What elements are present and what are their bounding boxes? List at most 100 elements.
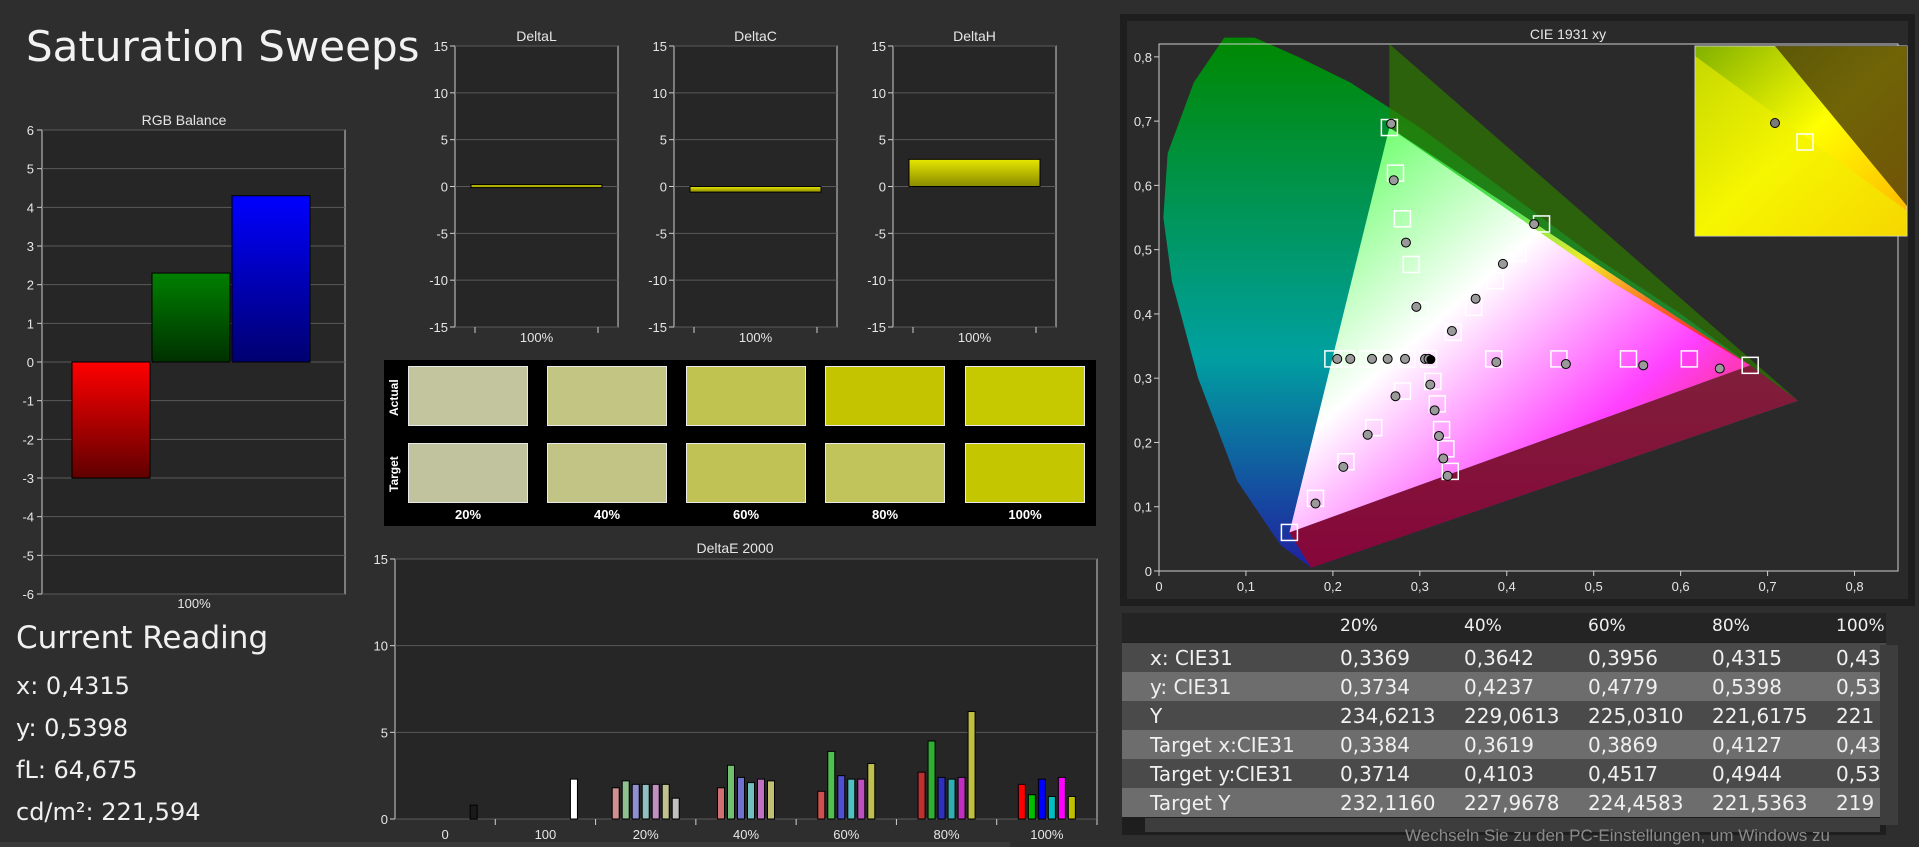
actual-marker [1310,498,1321,509]
table-cell: 221,5363 [1712,791,1808,815]
deltae-bar [867,763,876,820]
windows-activation-watermark: Wechseln Sie zu den PC-Einstellungen, um… [1405,826,1830,845]
actual-swatch [547,366,667,426]
actual-marker [1714,363,1725,374]
actual-marker [1425,379,1436,390]
actual-marker [1400,353,1411,364]
table-row-label: Target y:CIE31 [1150,762,1294,786]
actual-marker [1638,360,1649,371]
table-row-label: y: CIE31 [1150,675,1232,699]
table-cell: 0,53 [1836,675,1881,699]
target-swatch [408,443,528,503]
target-swatch [686,443,806,503]
cie-ytick-label: 0 [1145,564,1152,579]
table-cell: 0,3619 [1464,733,1534,757]
table-row[interactable]: Y 234,6213 229,0613 225,0310 221,6175 221 [1122,701,1886,730]
delta-ytick-label: 10 [872,86,886,101]
table-cell: 0,43 [1836,646,1881,670]
delta-ytick-label: -15 [429,320,448,335]
actual-marker [1491,357,1502,368]
rgb-bar-green [151,272,231,363]
delta-bar [908,158,1041,188]
deltae-bar [621,780,630,820]
delta-bar [689,186,822,193]
table-cell: 224,4583 [1588,791,1684,815]
rgb-ytick-label: -5 [22,548,34,563]
table-cell: 219 [1836,791,1875,815]
delta-ytick-label: 0 [660,180,667,195]
actual-marker [1411,301,1422,312]
cie-xtick-label: 0,5 [1585,579,1603,594]
table-cell: 0,4779 [1588,675,1658,699]
deltae-bar [671,797,680,820]
table-row[interactable]: Target x:CIE31 0,3384 0,3619 0,3869 0,4127 0,… [1122,730,1886,759]
deltae-plot-area [394,558,1098,820]
deltae-bar [857,778,866,820]
rgb-ytick-label: 4 [27,200,34,215]
table-cell: 221 [1836,704,1875,728]
rgb-ytick-label: -4 [22,510,34,525]
cie-xtick-label: 0,6 [1672,579,1690,594]
table-cell: 0,4127 [1712,733,1782,757]
deltae-bar [469,804,478,820]
deltae-bar [757,778,765,820]
actual-row-label: Actual [387,379,401,416]
deltae-xlabel: 40% [733,827,759,842]
deltae-bar [837,775,846,820]
actual-marker [1345,353,1356,364]
table-row[interactable]: Target Y 232,1160 227,9678 224,4583 221,5363… [1122,788,1886,817]
target-swatch [547,443,667,503]
deltae-bar [717,787,725,820]
reading-y: y: 0,5398 [16,714,129,742]
rgb-ytick-label: 1 [27,316,34,331]
actual-marker [1332,353,1343,364]
delta-ytick-label: 0 [441,180,448,195]
table-cell: 0,4315 [1712,646,1782,670]
table-cell: 0,43 [1836,733,1881,757]
table-header: 20% [1340,616,1378,636]
swatch-label: 80% [871,507,899,522]
deltae-bar [827,750,836,820]
table-row[interactable]: y: CIE31 0,3734 0,4237 0,4779 0,5398 0,53 [1122,672,1886,701]
deltae-bar [1067,795,1076,820]
cie-1931-chart: CIE 1931 xy 0 0,1 0,2 0,3 0,4 0,5 0,6 0,7 0,8 0,8… [1120,14,1915,606]
table-cell: 0,3384 [1340,733,1410,757]
deltae-bar [847,778,856,820]
deltae-xlabel: 20% [633,827,659,842]
table-header-row: 20% 40% 60% 80% 100% [1122,613,1886,642]
deltae-xlabel: 100% [1030,827,1064,842]
table-vertical-scrollbar[interactable] [1880,645,1898,825]
reading-cdm2: cd/m²: 221,594 [16,798,201,826]
deltae-bar [947,778,956,820]
cie-ytick-label: 0,3 [1134,371,1152,386]
deltae-xlabel: 100 [535,827,557,842]
rgb-ytick-label: -3 [22,471,34,486]
table-row-label: x: CIE31 [1150,646,1233,670]
delta-panel-title: DeltaC [734,28,777,44]
table-header: 40% [1464,616,1502,636]
delta-ytick-label: -5 [436,226,448,241]
actual-marker [1470,293,1481,304]
table-cell: 0,5398 [1712,675,1782,699]
cie-xtick-label: 0,8 [1845,579,1863,594]
table-row-label: Target Y [1150,791,1231,815]
actual-marker [1497,258,1508,269]
delta-panel-deltac: DeltaC 15 10 5 0 -5 -10 -15 100% [648,28,838,345]
deltae-bar [937,776,946,820]
rgb-balance-title: RGB Balance [142,112,227,128]
delta-ytick-label: -5 [874,226,886,241]
table-cell: 0,3642 [1464,646,1534,670]
actual-marker [1433,431,1444,442]
actual-swatch [965,366,1085,426]
reading-x: x: 0,4315 [16,672,130,700]
actual-marker [1529,219,1540,230]
table-row[interactable]: x: CIE31 0,3369 0,3642 0,3956 0,4315 0,43 [1122,643,1886,672]
delta-ytick-label: 15 [872,39,886,54]
table-row[interactable]: Target y:CIE31 0,3714 0,4103 0,4517 0,4944 0,… [1122,759,1886,788]
bottom-tab-strip[interactable] [0,842,1010,847]
deltae-chart: DeltaE 2000 15 10 5 0 0 100 20% 40% 60% 80% 100% [374,540,1098,842]
table-cell: 0,4103 [1464,762,1534,786]
actual-marker [1362,429,1373,440]
delta-ytick-label: -15 [648,320,667,335]
deltae-xlabel: 0 [442,827,449,842]
